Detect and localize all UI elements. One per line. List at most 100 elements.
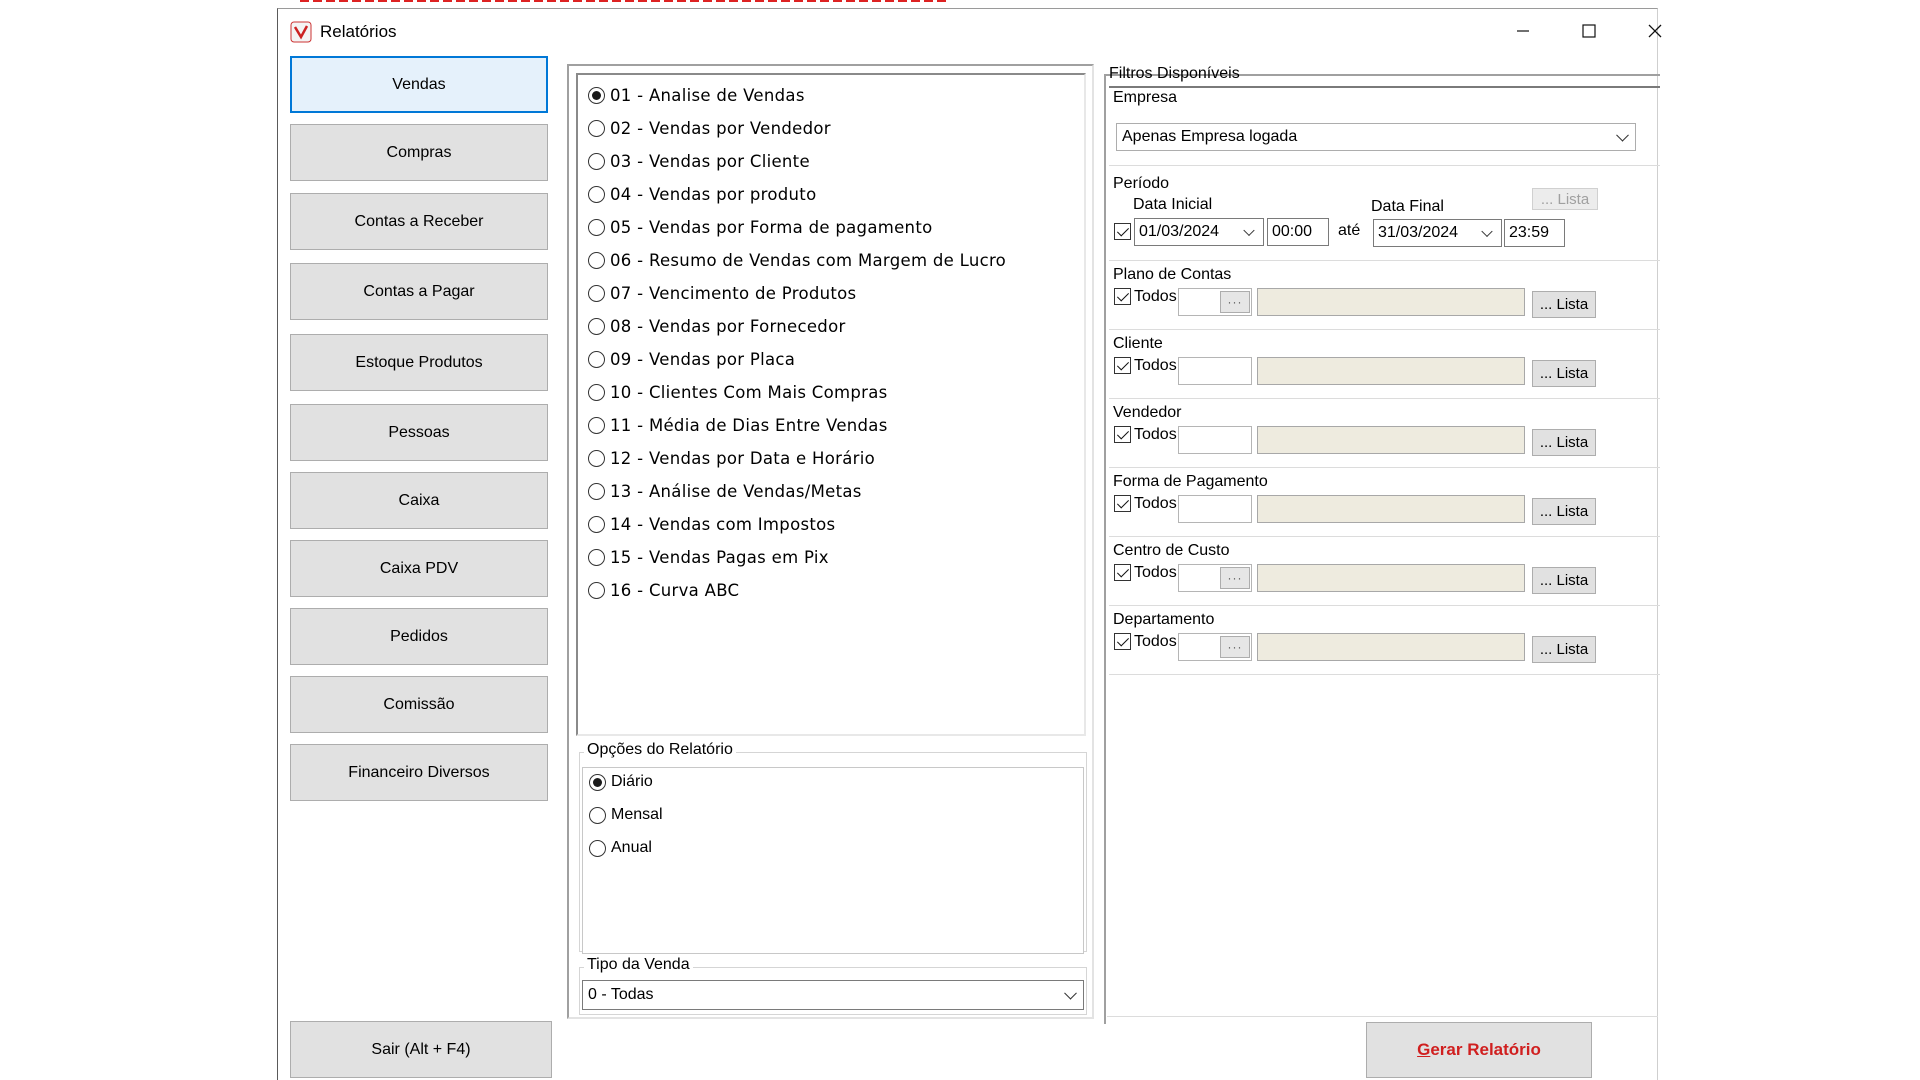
report-option-label: 14 - Vendas com Impostos bbox=[610, 514, 836, 534]
vendedor-label: Vendedor bbox=[1113, 404, 1182, 421]
report-option[interactable]: 03 - Vendas por Cliente bbox=[588, 148, 810, 174]
nav-contas-receber-button[interactable]: Contas a Receber bbox=[290, 193, 548, 250]
end-date-picker[interactable]: 31/03/2024 bbox=[1373, 219, 1502, 247]
vendedor-code-input[interactable] bbox=[1178, 426, 1252, 454]
nav-caixa-pdv-button[interactable]: Caixa PDV bbox=[290, 540, 548, 597]
nav-label: Comissão bbox=[383, 695, 455, 713]
empresa-select[interactable]: Apenas Empresa logada bbox=[1116, 123, 1636, 151]
periodo-label: Período bbox=[1113, 175, 1170, 192]
radio-icon bbox=[588, 581, 605, 599]
report-option[interactable]: 12 - Vendas por Data e Horário bbox=[588, 445, 875, 471]
report-option[interactable]: 02 - Vendas por Vendedor bbox=[588, 115, 831, 141]
nav-label: Pedidos bbox=[390, 627, 448, 645]
report-option[interactable]: 15 - Vendas Pagas em Pix bbox=[588, 544, 829, 570]
nav-comissao-button[interactable]: Comissão bbox=[290, 676, 548, 733]
vendedor-checkbox[interactable] bbox=[1114, 426, 1131, 443]
todos-label: Todos bbox=[1134, 357, 1177, 374]
report-option[interactable]: 10 - Clientes Com Mais Compras bbox=[588, 379, 888, 405]
report-option-label: 04 - Vendas por produto bbox=[610, 184, 817, 204]
separator bbox=[1109, 536, 1660, 537]
close-icon bbox=[1648, 24, 1662, 38]
forma-pagamento-lista-button[interactable]: ... Lista bbox=[1532, 498, 1596, 525]
maximize-icon bbox=[1582, 24, 1596, 38]
option-diario[interactable]: Diário bbox=[589, 773, 653, 791]
report-option[interactable]: 05 - Vendas por Forma de pagamento bbox=[588, 214, 932, 240]
departamento-label: Departamento bbox=[1113, 611, 1215, 628]
data-final-label: Data Final bbox=[1371, 198, 1444, 215]
forma-pagamento-checkbox[interactable] bbox=[1114, 495, 1131, 512]
report-option[interactable]: 09 - Vendas por Placa bbox=[588, 346, 795, 372]
radio-icon bbox=[589, 806, 606, 824]
radio-icon bbox=[588, 119, 605, 137]
maximize-button[interactable] bbox=[1556, 9, 1622, 53]
centro-custo-description bbox=[1257, 564, 1525, 592]
exit-button[interactable]: Sair (Alt + F4) bbox=[290, 1021, 552, 1078]
option-mensal[interactable]: Mensal bbox=[589, 806, 663, 824]
periodo-lista-button[interactable]: ... Lista bbox=[1532, 188, 1598, 210]
departamento-search-button[interactable]: ··· bbox=[1220, 636, 1250, 658]
report-option[interactable]: 11 - Média de Dias Entre Vendas bbox=[588, 412, 888, 438]
periodo-checkbox[interactable] bbox=[1114, 223, 1131, 240]
report-option-label: 07 - Vencimento de Produtos bbox=[610, 283, 857, 303]
nav-financeiro-diversos-button[interactable]: Financeiro Diversos bbox=[290, 744, 548, 801]
report-option[interactable]: 08 - Vendas por Fornecedor bbox=[588, 313, 846, 339]
nav-pedidos-button[interactable]: Pedidos bbox=[290, 608, 548, 665]
report-option[interactable]: 01 - Analise de Vendas bbox=[588, 82, 805, 108]
report-option[interactable]: 07 - Vencimento de Produtos bbox=[588, 280, 856, 306]
option-anual[interactable]: Anual bbox=[589, 839, 652, 857]
todos-label: Todos bbox=[1134, 495, 1177, 512]
report-option-label: 02 - Vendas por Vendedor bbox=[610, 118, 831, 138]
report-option-label: 03 - Vendas por Cliente bbox=[610, 151, 810, 171]
tipo-venda-select[interactable]: 0 - Todas bbox=[582, 980, 1084, 1010]
generate-label-accel: G bbox=[1417, 1040, 1431, 1059]
forma-pagamento-code-input[interactable] bbox=[1178, 495, 1252, 523]
report-option[interactable]: 14 - Vendas com Impostos bbox=[588, 511, 835, 537]
report-option[interactable]: 04 - Vendas por produto bbox=[588, 181, 816, 207]
chevron-down-icon bbox=[1481, 225, 1493, 238]
start-date-picker[interactable]: 01/03/2024 bbox=[1134, 218, 1264, 246]
nav-compras-button[interactable]: Compras bbox=[290, 124, 548, 181]
plano-contas-search-button[interactable]: ··· bbox=[1220, 291, 1250, 313]
report-option[interactable]: 06 - Resumo de Vendas com Margem de Lucr… bbox=[588, 247, 1006, 273]
separator bbox=[1109, 260, 1660, 261]
cliente-code-input[interactable] bbox=[1178, 357, 1252, 385]
report-option-label: 06 - Resumo de Vendas com Margem de Lucr… bbox=[610, 250, 1007, 270]
exit-label: Sair (Alt + F4) bbox=[371, 1040, 471, 1058]
minimize-button[interactable] bbox=[1490, 9, 1556, 53]
centro-custo-checkbox[interactable] bbox=[1114, 564, 1131, 581]
departamento-checkbox[interactable] bbox=[1114, 633, 1131, 650]
nav-estoque-produtos-button[interactable]: Estoque Produtos bbox=[290, 334, 548, 391]
radio-icon bbox=[588, 317, 605, 335]
cliente-label: Cliente bbox=[1113, 335, 1163, 352]
plano-contas-checkbox[interactable] bbox=[1114, 288, 1131, 305]
nav-pessoas-button[interactable]: Pessoas bbox=[290, 404, 548, 461]
cliente-lista-button[interactable]: ... Lista bbox=[1532, 360, 1596, 387]
empresa-value: Apenas Empresa logada bbox=[1122, 128, 1298, 145]
nav-caixa-button[interactable]: Caixa bbox=[290, 472, 548, 529]
centro-custo-lista-button[interactable]: ... Lista bbox=[1532, 567, 1596, 594]
radio-icon bbox=[588, 383, 605, 401]
todos-label: Todos bbox=[1134, 633, 1177, 650]
lista-label: ... Lista bbox=[1540, 190, 1590, 208]
report-option[interactable]: 16 - Curva ABC bbox=[588, 577, 739, 603]
report-option-label: 15 - Vendas Pagas em Pix bbox=[610, 547, 829, 567]
start-time-input[interactable]: 00:00 bbox=[1267, 218, 1329, 246]
radio-icon bbox=[588, 152, 605, 170]
centro-custo-search-button[interactable]: ··· bbox=[1220, 567, 1250, 589]
nav-vendas-button[interactable]: Vendas bbox=[290, 56, 548, 113]
nav-contas-pagar-button[interactable]: Contas a Pagar bbox=[290, 263, 548, 320]
cliente-checkbox[interactable] bbox=[1114, 357, 1131, 374]
nav-label: Contas a Receber bbox=[354, 212, 484, 230]
report-option[interactable]: 13 - Análise de Vendas/Metas bbox=[588, 478, 862, 504]
title-bar[interactable]: Relatórios bbox=[278, 9, 1662, 53]
vendedor-lista-button[interactable]: ... Lista bbox=[1532, 429, 1596, 456]
report-option-label: 13 - Análise de Vendas/Metas bbox=[610, 481, 862, 501]
todos-label: Todos bbox=[1134, 288, 1177, 305]
generate-report-button[interactable]: Gerar Relatório bbox=[1366, 1022, 1592, 1078]
end-time-input[interactable]: 23:59 bbox=[1504, 219, 1565, 247]
radio-icon bbox=[589, 839, 606, 857]
radio-icon bbox=[588, 350, 605, 368]
close-button[interactable] bbox=[1622, 9, 1688, 53]
plano-contas-lista-button[interactable]: ... Lista bbox=[1532, 291, 1596, 318]
departamento-lista-button[interactable]: ... Lista bbox=[1532, 636, 1596, 663]
